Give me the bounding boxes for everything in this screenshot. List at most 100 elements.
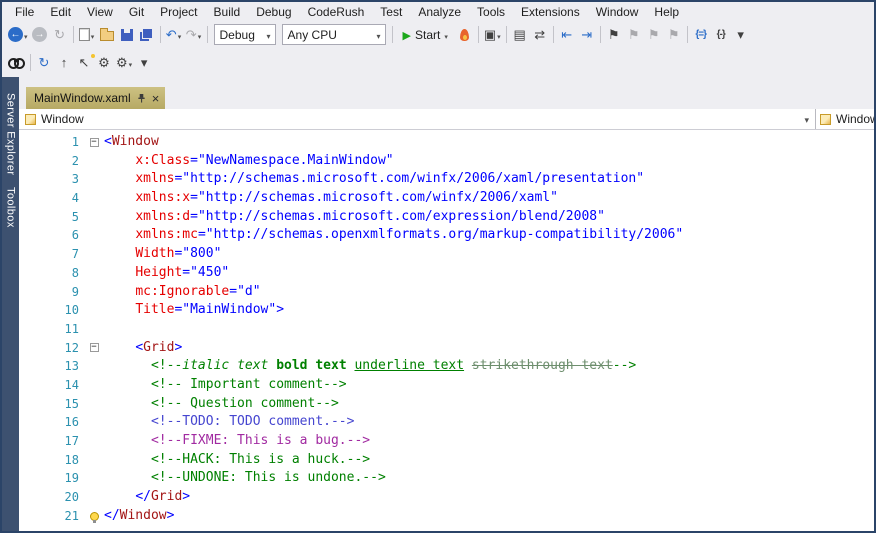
code-line-3[interactable]: 3 xmlns="http://schemas.microsoft.com/wi… [19, 170, 874, 189]
code-line-2[interactable]: 2 x:Class="NewNamespace.MainWindow" [19, 152, 874, 171]
code-line-4[interactable]: 4 xmlns:x="http://schemas.microsoft.com/… [19, 189, 874, 208]
start-debugging-button[interactable]: Start [396, 24, 455, 46]
menu-file[interactable]: File [7, 2, 42, 21]
code-line-18[interactable]: 18 <!--HACK: This is a huck.--> [19, 451, 874, 470]
menu-window[interactable]: Window [588, 2, 647, 21]
element-dropdown[interactable]: Window [19, 109, 815, 129]
code-line-5[interactable]: 5 xmlns:d="http://schemas.microsoft.com/… [19, 208, 874, 227]
fold-margin [84, 451, 104, 470]
menu-git[interactable]: Git [121, 2, 152, 21]
navigate-code-icon[interactable]: ⇄ [530, 24, 550, 46]
code-text: Title="MainWindow"> [104, 301, 284, 320]
code-line-16[interactable]: 16 <!--TODO: TODO comment.--> [19, 413, 874, 432]
code-text: xmlns:x="http://schemas.microsoft.com/wi… [104, 189, 558, 208]
document-tab-mainwindow[interactable]: MainWindow.xaml × [26, 87, 165, 109]
menu-extensions[interactable]: Extensions [513, 2, 588, 21]
live-preview-icon[interactable]: ▣ [482, 24, 503, 46]
code-line-21[interactable]: 21</Window> [19, 507, 874, 526]
find-in-files-icon[interactable]: ▤ [510, 24, 530, 46]
code-line-10[interactable]: 10 Title="MainWindow"> [19, 301, 874, 320]
close-icon[interactable]: × [152, 92, 160, 105]
code-line-11[interactable]: 11 [19, 320, 874, 339]
menu-help[interactable]: Help [646, 2, 687, 21]
menu-coderush[interactable]: CodeRush [300, 2, 373, 21]
code-line-12[interactable]: 12− <Grid> [19, 339, 874, 358]
line-number: 7 [19, 245, 84, 264]
smart-cursor-icon: ↖ [79, 56, 90, 69]
fold-margin [84, 395, 104, 414]
comment-selection-icon[interactable]: {=} [691, 24, 711, 46]
code-editor[interactable]: 1−<Window2 x:Class="NewNamespace.MainWin… [19, 130, 874, 531]
uncomment-selection-icon[interactable]: {-} [711, 24, 731, 46]
collapse-icon[interactable]: − [90, 138, 99, 147]
solution-platform-combo[interactable]: Any CPU [282, 24, 386, 45]
redo-icon[interactable]: ↷ [184, 24, 204, 46]
smart-cursor-icon[interactable]: ↖ [74, 52, 94, 74]
save-icon[interactable] [117, 24, 137, 46]
code-line-14[interactable]: 14 <!-- Important comment--> [19, 376, 874, 395]
code-line-17[interactable]: 17 <!--FIXME: This is a bug.--> [19, 432, 874, 451]
element-dropdown-value: Window [41, 112, 84, 126]
menu-debug[interactable]: Debug [248, 2, 299, 21]
code-line-9[interactable]: 9 mc:Ignorable="d" [19, 283, 874, 302]
side-tab-server-explorer[interactable]: Server Explorer [5, 93, 17, 175]
hot-reload-icon[interactable] [455, 24, 475, 46]
navigate-back-icon[interactable]: ← [6, 24, 30, 46]
toolbar-separator [600, 26, 601, 43]
side-tab-toolbox[interactable]: Toolbox [5, 187, 17, 228]
code-text: </Grid> [104, 488, 190, 507]
decrease-indent-icon: ⇤ [561, 28, 572, 41]
next-bookmark-icon[interactable]: ⚑ [644, 24, 664, 46]
pin-icon[interactable] [137, 93, 146, 104]
refresh-icon: ↻ [39, 56, 50, 69]
menu-build[interactable]: Build [206, 2, 249, 21]
navigate-forward-icon[interactable]: → [30, 24, 50, 46]
coderush-spectacles-icon[interactable] [6, 52, 27, 74]
fold-margin [84, 376, 104, 395]
line-number: 16 [19, 413, 84, 432]
menu-test[interactable]: Test [372, 2, 410, 21]
code-line-7[interactable]: 7 Width="800" [19, 245, 874, 264]
line-number: 2 [19, 152, 84, 171]
code-line-1[interactable]: 1−<Window [19, 133, 874, 152]
solution-configuration-combo[interactable]: Debug [214, 24, 276, 45]
code-line-19[interactable]: 19 <!--UNDONE: This is undone.--> [19, 469, 874, 488]
toggle-bookmark-icon[interactable]: ⚑ [604, 24, 624, 46]
coderush-options-gear-icon[interactable]: ⚙ [114, 52, 134, 74]
new-file-icon[interactable] [77, 24, 97, 46]
xaml-element-icon [820, 114, 831, 125]
previous-bookmark-icon[interactable]: ⚑ [624, 24, 644, 46]
clear-bookmarks-icon[interactable]: ⚑ [664, 24, 684, 46]
decrease-indent-icon[interactable]: ⇤ [557, 24, 577, 46]
secondary-element-dropdown[interactable]: Window [816, 109, 874, 129]
settings-gear-icon[interactable]: ⚙ [94, 52, 114, 74]
toolbar-overflow-icon[interactable]: ▾ [731, 24, 751, 46]
code-line-15[interactable]: 15 <!-- Question comment--> [19, 395, 874, 414]
menu-edit[interactable]: Edit [42, 2, 79, 21]
recent-locations-icon[interactable]: ↻ [50, 24, 70, 46]
toolbar-overflow-icon[interactable]: ▾ [134, 52, 154, 74]
tab-title: MainWindow.xaml [34, 91, 131, 105]
menu-project[interactable]: Project [152, 2, 205, 21]
code-line-13[interactable]: 13 <!--italic text bold text underline t… [19, 357, 874, 376]
code-line-6[interactable]: 6 xmlns:mc="http://schemas.openxmlformat… [19, 226, 874, 245]
menu-analyze[interactable]: Analyze [410, 2, 469, 21]
menu-tools[interactable]: Tools [469, 2, 513, 21]
start-label: Start [415, 28, 440, 42]
lightbulb-icon[interactable] [90, 512, 99, 521]
collapse-icon[interactable]: − [90, 343, 99, 352]
code-text: <!--TODO: TODO comment.--> [104, 413, 354, 432]
navigate-up-icon[interactable]: ↑ [54, 52, 74, 74]
menu-view[interactable]: View [79, 2, 121, 21]
code-line-20[interactable]: 20 </Grid> [19, 488, 874, 507]
line-number: 21 [19, 507, 84, 526]
save-all-icon[interactable] [137, 24, 157, 46]
code-line-8[interactable]: 8 Height="450" [19, 264, 874, 283]
open-file-icon[interactable] [97, 24, 117, 46]
refresh-icon[interactable]: ↻ [34, 52, 54, 74]
fold-margin [84, 507, 104, 526]
chevron-down-icon [198, 27, 202, 42]
undo-icon[interactable]: ↶ [164, 24, 184, 46]
line-number: 14 [19, 376, 84, 395]
increase-indent-icon[interactable]: ⇥ [577, 24, 597, 46]
